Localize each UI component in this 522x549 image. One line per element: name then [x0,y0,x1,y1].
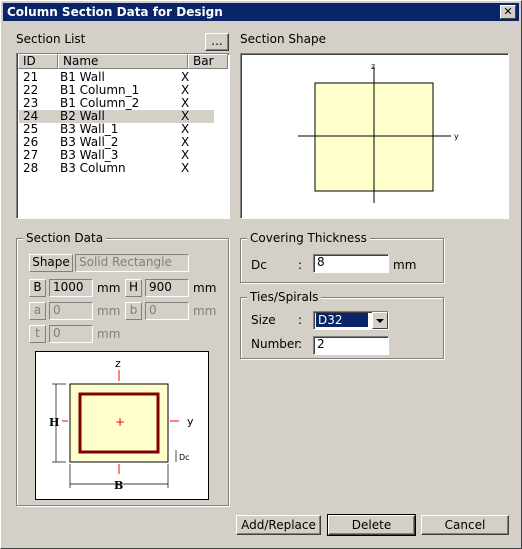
column-header-id[interactable]: ID [18,54,58,69]
t-field: 0 [49,325,93,343]
diagram-z-label: z [115,357,121,370]
a-field: 0 [49,302,93,320]
list-item[interactable]: 28 B3 Column X [19,162,214,175]
dialog-window: Column Section Data for Design ✕ Section… [0,0,522,549]
section-list-label: Section List [16,32,86,46]
h-unit: mm [193,281,217,295]
bb-unit: mm [193,304,217,318]
list-item-name: B3 Column [60,161,126,175]
section-data-title: Section Data [23,231,107,245]
column-header-bar[interactable]: Bar [188,54,228,69]
column-header-name[interactable]: Name [58,54,188,69]
diagram-dc-label: Dc [179,453,190,462]
title-bar[interactable]: Column Section Data for Design ✕ [3,3,519,21]
shape-tag: Shape [29,254,73,272]
dc-input[interactable]: 8 [313,254,389,273]
size-dropdown-button[interactable] [372,312,388,329]
section-list[interactable]: ID Name Bar 21 B1 Wall X 22 B1 Column_1 X 23 B1… [16,53,230,219]
section-shape-label: Section Shape [240,32,326,46]
bb-field: 0 [145,302,189,320]
a-unit: mm [97,304,121,318]
section-diagram: + z y H B Dc [35,351,209,500]
cancel-button[interactable]: Cancel [421,515,509,535]
a-tag: a [29,302,46,320]
h-field[interactable]: 900 [145,279,189,297]
close-icon: ✕ [503,5,513,18]
close-button[interactable]: ✕ [500,5,516,19]
bb-tag: b [125,302,142,320]
diagram-center-mark: + [115,415,125,429]
browse-button[interactable]: ... [205,33,229,51]
ties-title: Ties/Spirals [247,290,322,304]
covering-title: Covering Thickness [247,231,370,245]
shape-field: Solid Rectangle [75,254,189,272]
list-item-id: 28 [23,161,39,175]
size-colon: : [298,313,303,327]
b-field[interactable]: 1000 [49,279,93,297]
t-tag: t [29,325,46,343]
section-shape-svg: z y [298,62,459,203]
diagram-y-label: y [187,415,194,428]
chevron-down-icon [376,319,384,323]
size-select[interactable]: D32 [313,311,389,330]
h-tag: H [125,279,142,297]
dc-label: Dc [251,258,267,272]
b-tag: B [29,279,46,297]
b-unit: mm [97,281,121,295]
section-diagram-svg: + z y H B Dc [49,357,194,492]
shape-axis-z-label: z [371,62,375,71]
diagram-b-label: B [114,479,123,492]
dc-unit: mm [393,258,417,272]
add-replace-button[interactable]: Add/Replace [236,515,321,535]
dc-colon: : [298,258,303,272]
diagram-h-label: H [49,416,59,429]
window-title: Column Section Data for Design [7,5,223,19]
t-unit: mm [97,327,121,341]
delete-button[interactable]: Delete [327,514,416,536]
shape-axis-y-label: y [454,132,459,141]
number-input[interactable]: 2 [313,336,389,355]
list-item-bar: X [181,161,190,175]
section-shape-view: z y [240,53,509,219]
number-colon: : [298,337,303,351]
size-label: Size [251,313,276,327]
number-label: Number [251,337,300,351]
size-select-value: D32 [316,313,368,327]
